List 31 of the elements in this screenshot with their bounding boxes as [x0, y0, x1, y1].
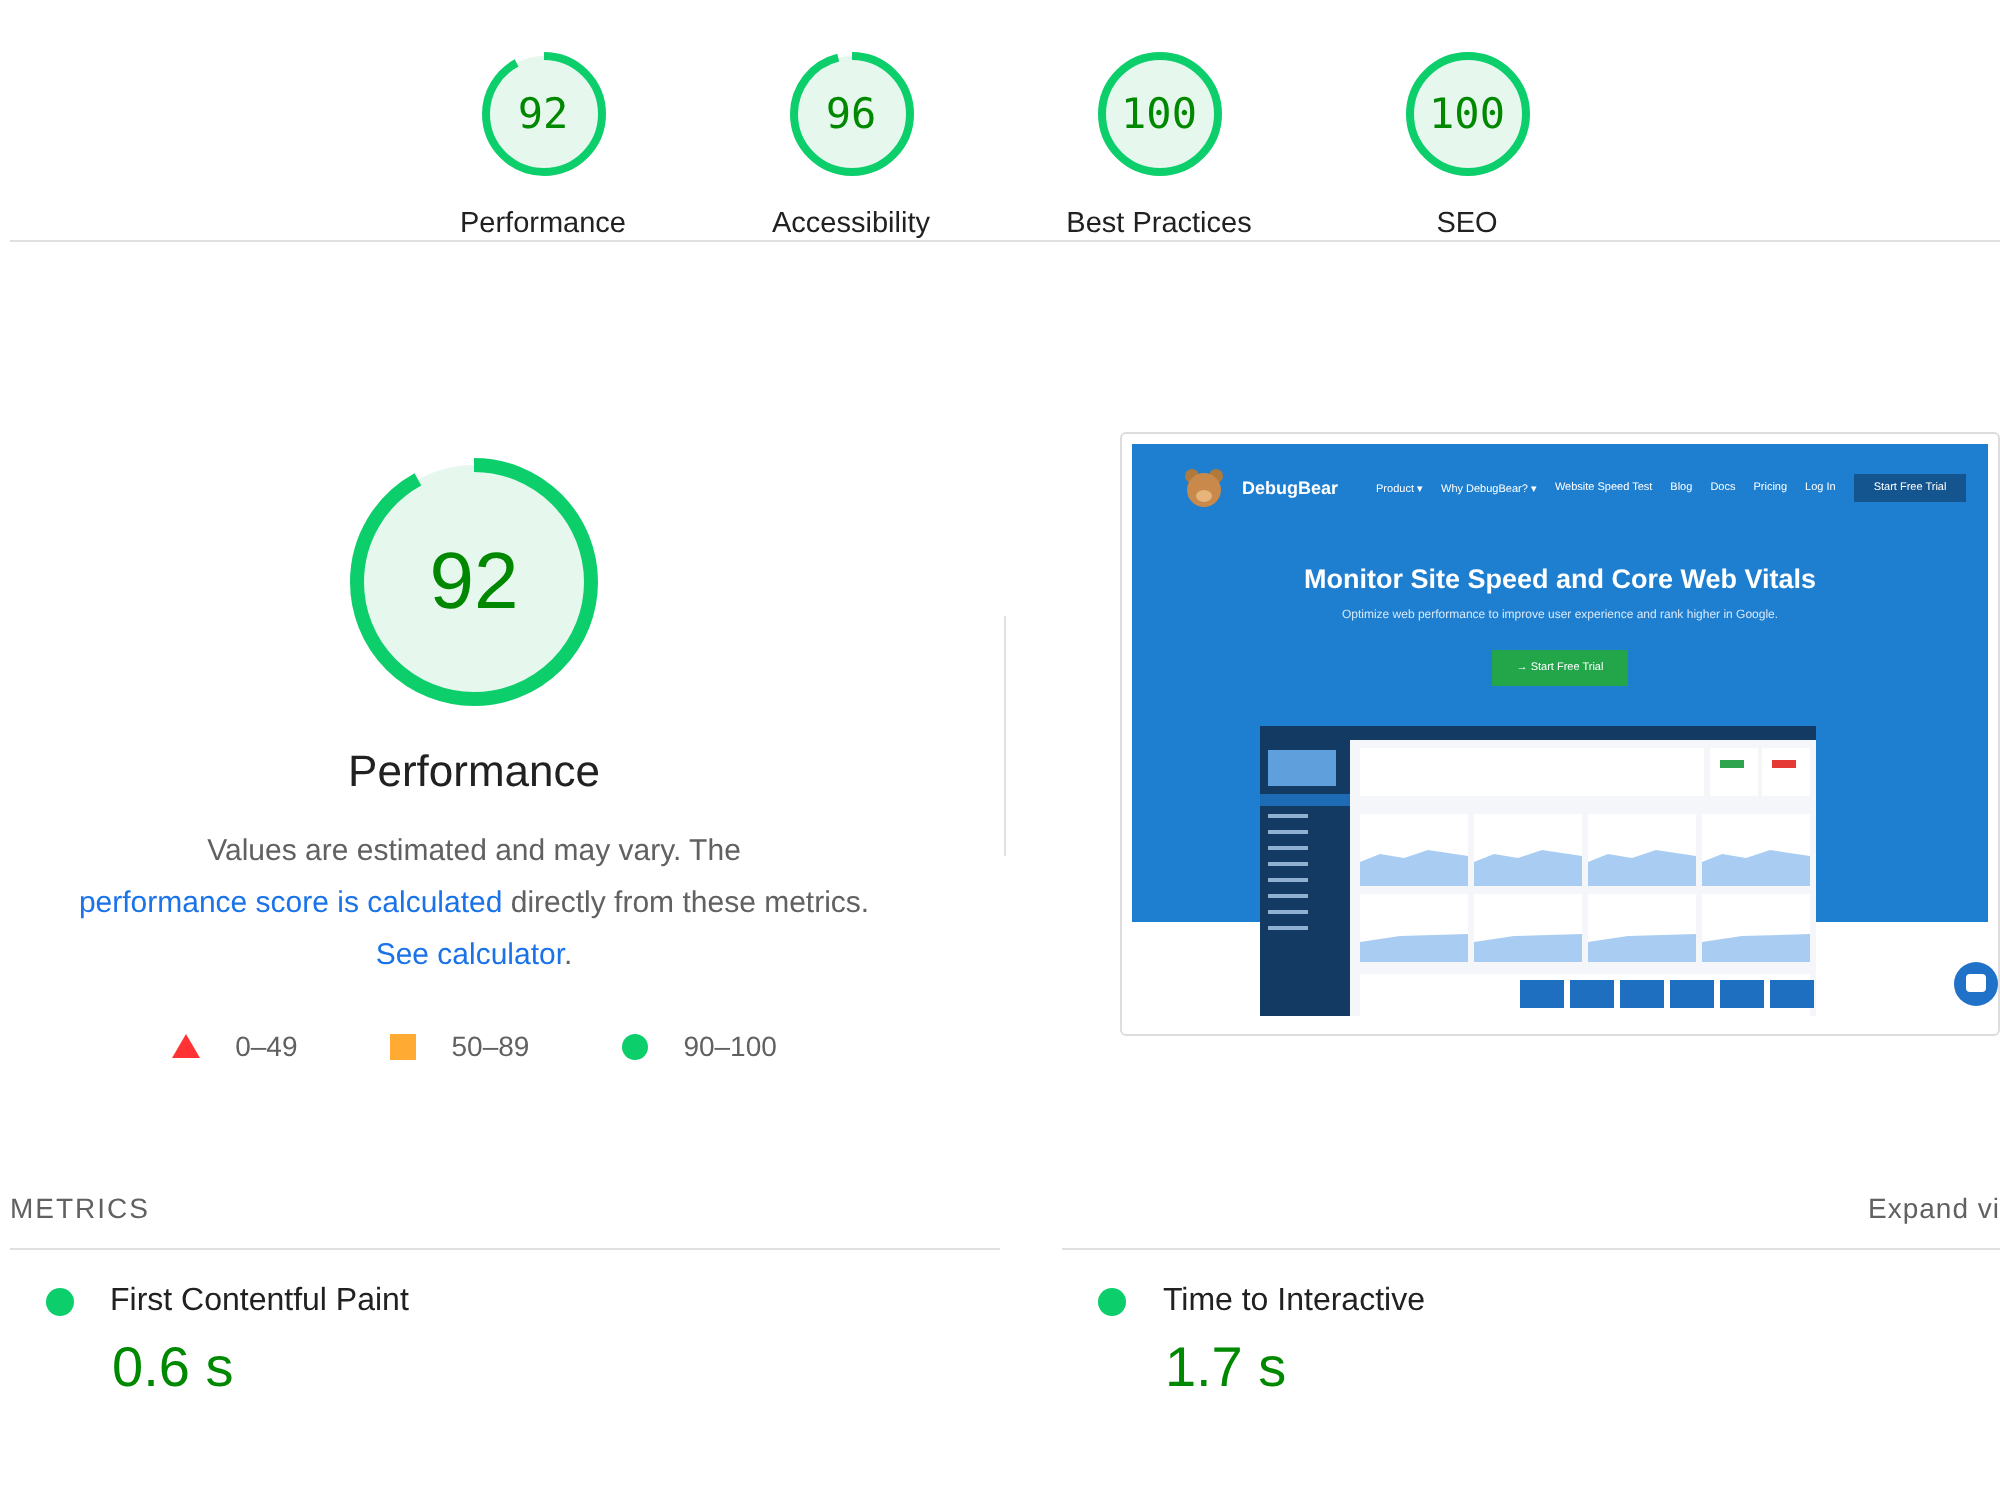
metric-value: 1.7 s — [1164, 1336, 1289, 1400]
bear-icon — [1184, 468, 1224, 508]
square-icon — [389, 1033, 416, 1059]
brand-name: DebugBear — [1242, 478, 1339, 498]
hero-headline: Monitor Site Speed and Core Web Vitals — [1303, 564, 1817, 594]
score-gauge: 92 — [350, 458, 599, 706]
chat-icon[interactable] — [1954, 962, 1998, 1006]
metric-value: 0.6 s — [112, 1336, 236, 1400]
legend-label: 0–49 — [235, 1030, 298, 1062]
expand-toggle[interactable]: Expand vi — [1868, 1192, 2000, 1224]
score-gauge[interactable]: 100 — [1405, 52, 1529, 176]
score-gauge[interactable]: 96 — [789, 52, 913, 176]
score-gauge[interactable]: 92 — [481, 52, 605, 176]
link[interactable]: See calculator — [375, 938, 565, 972]
metric-label: First Contentful Paint — [110, 1284, 409, 1320]
category-label: Accessibility — [772, 208, 930, 240]
category-label: SEO — [1436, 208, 1498, 240]
circle-icon — [621, 1033, 648, 1059]
section-title: Performance — [348, 746, 600, 798]
status-dot-icon — [46, 1288, 74, 1316]
score-gauge[interactable]: 100 — [1097, 52, 1221, 176]
metrics-heading: METRICS — [10, 1192, 150, 1224]
link[interactable]: performance score is calculated — [78, 886, 503, 920]
metric-label: Time to Interactive — [1162, 1284, 1425, 1320]
category-label: Best Practices — [1066, 208, 1252, 240]
triangle-icon — [171, 1034, 200, 1058]
status-dot-icon — [1098, 1288, 1127, 1316]
category-label: Performance — [459, 208, 626, 240]
description-text: Values are estimated and may vary. The performance score is calculated directly from these metrics. See calculator. — [76, 832, 872, 976]
legend-label: 90–100 — [683, 1030, 777, 1062]
legend-label: 50–89 — [451, 1030, 530, 1062]
